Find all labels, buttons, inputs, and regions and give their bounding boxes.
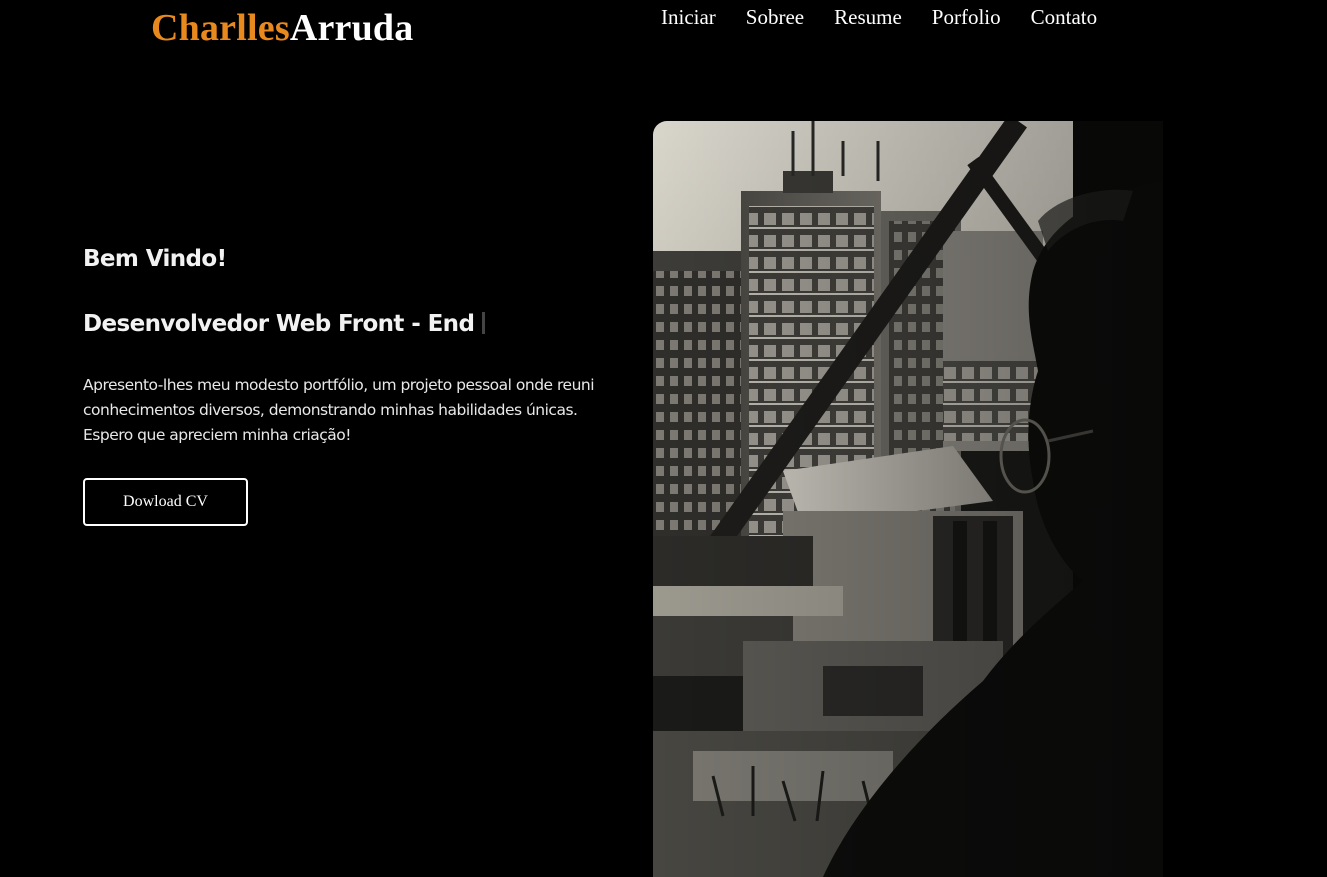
nav-link-sobre[interactable]: Sobree [746, 4, 804, 30]
role-text: Desenvolvedor Web Front - End [83, 311, 475, 337]
logo-first-name: Charlles [151, 7, 290, 49]
hero-section: Bem Vindo! Desenvolvedor Web Front - End… [83, 240, 613, 526]
welcome-heading: Bem Vindo! [83, 246, 227, 272]
site-logo[interactable]: CharllesArruda [151, 4, 413, 52]
profile-photo-illustration [653, 121, 1163, 877]
intro-paragraph: Apresento-lhes meu modesto portfólio, um… [83, 376, 595, 444]
main-nav: Iniciar Sobree Resume Porfolio Contato [661, 4, 1097, 30]
nav-link-portfolio[interactable]: Porfolio [932, 4, 1001, 30]
nav-link-resume[interactable]: Resume [834, 4, 902, 30]
nav-link-contato[interactable]: Contato [1031, 4, 1098, 30]
profile-photo [653, 121, 1163, 877]
logo-last-name: Arruda [289, 7, 414, 49]
nav-link-iniciar[interactable]: Iniciar [661, 4, 716, 30]
role-heading: Desenvolvedor Web Front - End [83, 305, 613, 343]
download-cv-button[interactable]: Dowload CV [83, 478, 248, 526]
typing-cursor [482, 312, 486, 334]
